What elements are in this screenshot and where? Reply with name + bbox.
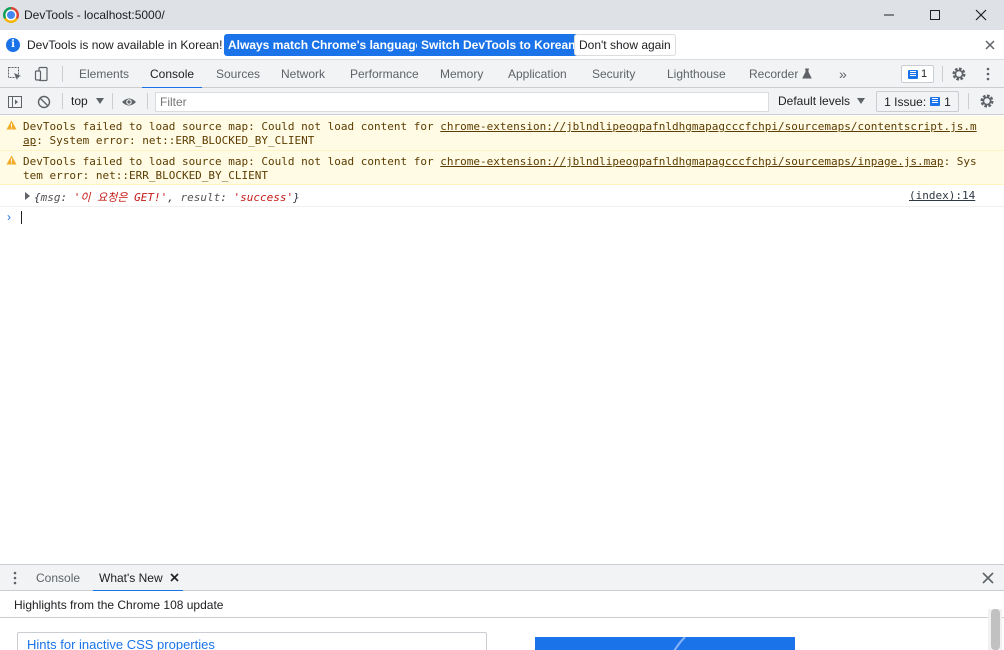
console-log-message: {msg: '이 요청은 GET!', result: 'success'} (… (0, 185, 1004, 207)
brace-open: { (34, 191, 41, 204)
tab-elements[interactable]: Elements (79, 60, 129, 88)
live-expression-eye-icon[interactable] (121, 94, 137, 110)
expand-object-icon[interactable] (25, 192, 30, 200)
language-infobar: i DevTools is now available in Korean! A… (0, 30, 1004, 60)
info-icon: i (6, 38, 20, 52)
experimental-flask-icon (801, 68, 812, 79)
text-cursor (21, 211, 22, 224)
feature-thumbnail-image (535, 637, 795, 650)
execution-context-value: top (71, 94, 88, 108)
console-toolbar: top Default levels 1 Issue: 1 (0, 88, 1004, 115)
tab-sources[interactable]: Sources (216, 60, 260, 88)
source-map-link[interactable]: chrome-extension://jblndlipeogpafnldhgma… (440, 155, 943, 168)
warning-text: DevTools failed to load source map: Coul… (23, 155, 983, 183)
drawer-tab-console[interactable]: Console (36, 565, 80, 591)
tab-network[interactable]: Network (281, 60, 325, 88)
issues-badge[interactable]: 1 (901, 65, 934, 83)
devtools-tabbar: Elements Console Sources Network Perform… (0, 60, 1004, 89)
tab-application[interactable]: Application (508, 60, 567, 88)
console-prompt[interactable]: › (0, 207, 1004, 227)
message-icon (930, 97, 941, 106)
log-levels-dropdown[interactable]: Default levels (778, 94, 866, 108)
dropdown-arrow-icon (96, 98, 105, 104)
log-levels-value: Default levels (778, 94, 851, 108)
match-language-button[interactable]: Always match Chrome's language (224, 34, 427, 56)
toolbar-divider (112, 93, 113, 109)
warning-prefix: DevTools failed to load source map: Coul… (23, 155, 441, 168)
tab-recorder[interactable]: Recorder (749, 60, 812, 88)
issues-button-label: 1 Issue: (884, 94, 927, 109)
object-separator: , (167, 191, 181, 204)
feature-card: Hints for inactive CSS properties (17, 632, 487, 650)
minimize-icon (884, 14, 894, 16)
close-tab-icon[interactable] (170, 573, 179, 582)
window-title: DevTools - localhost:5000/ (24, 8, 165, 22)
close-drawer-icon[interactable] (980, 570, 996, 586)
toolbar-divider (147, 93, 148, 109)
warning-icon (6, 120, 17, 130)
issues-button-count: 1 (944, 94, 951, 109)
more-tabs-button[interactable]: » (839, 60, 847, 88)
thumbnail-artwork (673, 637, 686, 650)
minimize-button[interactable] (866, 0, 912, 30)
toolbar-divider (62, 66, 63, 82)
infobar-message: DevTools is now available in Korean! (27, 38, 223, 52)
close-icon (975, 9, 987, 21)
toolbar-divider (942, 66, 943, 82)
brace-close: } (293, 191, 300, 204)
console-warning-message: DevTools failed to load source map: Coul… (0, 151, 1004, 185)
close-window-button[interactable] (958, 0, 1004, 30)
drawer-tabbar: Console What's New (0, 564, 1004, 592)
device-toolbar-icon[interactable] (34, 66, 50, 82)
close-infobar-icon[interactable] (983, 38, 997, 52)
chrome-logo-icon (3, 7, 19, 23)
console-warning-message: DevTools failed to load source map: Coul… (0, 116, 1004, 151)
tab-security[interactable]: Security (592, 60, 635, 88)
object-key: result (180, 191, 221, 204)
drawer-tab-whats-new-label: What's New (99, 571, 163, 585)
prompt-chevron-icon: › (7, 210, 11, 224)
toolbar-divider (62, 93, 63, 109)
switch-to-korean-button[interactable]: Switch DevTools to Korean (417, 34, 580, 56)
toolbar-divider (968, 93, 969, 109)
warning-icon (6, 155, 17, 165)
object-string-value: 'success' (233, 191, 294, 204)
drawer-tab-whats-new[interactable]: What's New (93, 565, 183, 592)
inspect-element-icon[interactable] (7, 66, 23, 82)
dropdown-arrow-icon (857, 98, 866, 104)
maximize-button[interactable] (912, 0, 958, 30)
message-icon (907, 69, 918, 79)
feature-card-link[interactable]: Hints for inactive CSS properties (27, 637, 215, 650)
dont-show-again-button[interactable]: Don't show again (574, 34, 676, 56)
warning-suffix: : System error: net::ERR_BLOCKED_BY_CLIE… (36, 134, 315, 147)
warning-prefix: DevTools failed to load source map: Coul… (23, 120, 441, 133)
console-settings-gear-icon[interactable] (979, 93, 995, 109)
maximize-icon (930, 10, 940, 20)
scrollbar-thumb[interactable] (991, 609, 1000, 650)
object-string-value: '이 요청은 GET!' (73, 191, 168, 204)
drawer-menu-kebab-icon[interactable] (7, 570, 23, 586)
execution-context-select[interactable]: top (71, 94, 105, 108)
tab-memory[interactable]: Memory (440, 60, 483, 88)
issues-badge-count: 1 (920, 68, 928, 80)
console-filter-input[interactable] (155, 92, 769, 112)
show-sidebar-icon[interactable] (7, 94, 23, 110)
window-titlebar: DevTools - localhost:5000/ (0, 0, 1004, 30)
settings-gear-icon[interactable] (951, 66, 967, 82)
whats-new-panel: Highlights from the Chrome 108 update Hi… (0, 591, 1004, 650)
issues-button[interactable]: 1 Issue: 1 (876, 91, 959, 112)
tab-performance[interactable]: Performance (350, 60, 419, 88)
logged-object[interactable]: {msg: '이 요청은 GET!', result: 'success'} (34, 189, 300, 205)
object-key: msg (40, 191, 61, 204)
source-location-link[interactable]: (index):14 (909, 189, 975, 202)
drawer-divider (0, 617, 1004, 618)
tab-lighthouse[interactable]: Lighthouse (667, 60, 726, 88)
clear-console-icon[interactable] (36, 94, 52, 110)
warning-text: DevTools failed to load source map: Coul… (23, 120, 983, 148)
tab-recorder-label: Recorder (749, 67, 799, 81)
whats-new-heading: Highlights from the Chrome 108 update (14, 598, 224, 612)
more-options-kebab-icon[interactable] (980, 66, 996, 82)
tab-console[interactable]: Console (141, 60, 203, 89)
